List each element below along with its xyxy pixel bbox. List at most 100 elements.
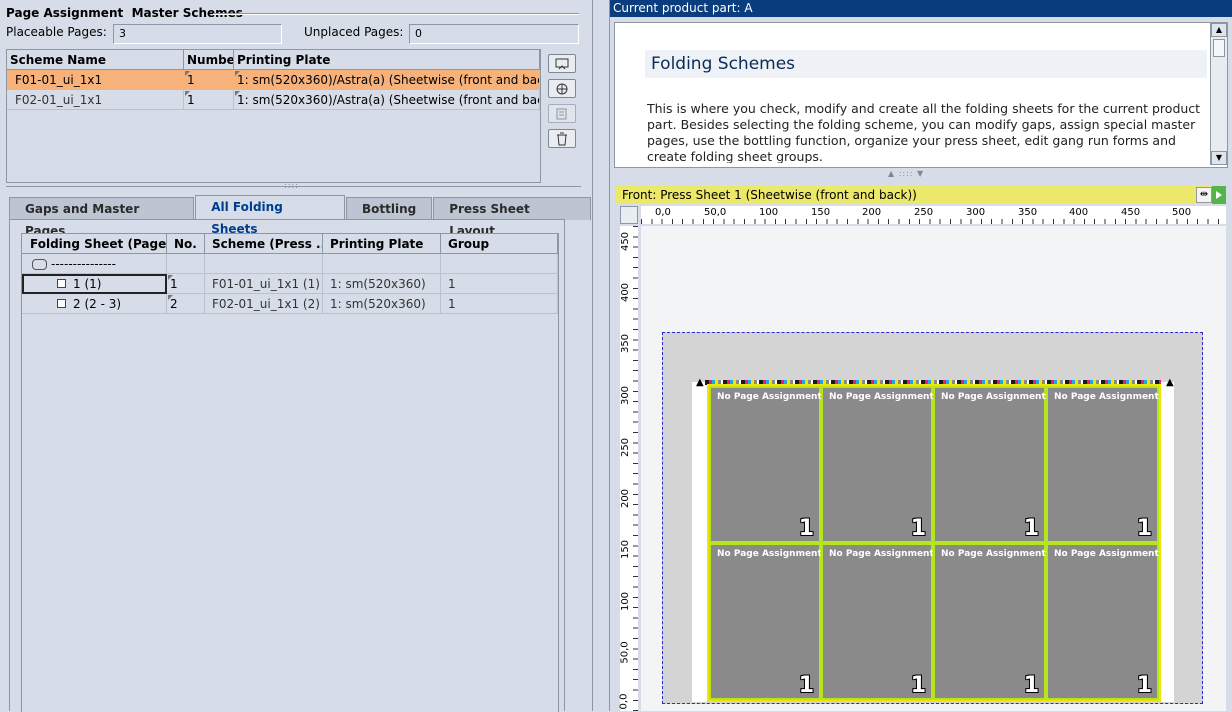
column-header-scheme[interactable]: Scheme (Press ... <box>205 234 323 254</box>
replace-scheme-button[interactable] <box>548 79 576 98</box>
scroll-up-icon[interactable]: ▲ <box>1211 23 1227 37</box>
play-icon <box>1216 191 1222 199</box>
ruler-corner <box>620 206 638 224</box>
horizontal-splitter[interactable]: :::: <box>284 181 299 190</box>
sheet-no-cell[interactable]: 2 <box>167 294 205 314</box>
page-slot[interactable]: No Page Assignment 1 <box>821 543 934 700</box>
page-slot[interactable]: No Page Assignment 1 <box>709 543 822 700</box>
ruler-label: 200 <box>620 488 632 509</box>
column-header-printing-plate[interactable]: Printing Plate <box>323 234 441 254</box>
vertical-splitter[interactable] <box>592 0 610 711</box>
ruler-label: 150 <box>811 207 831 218</box>
layout-canvas[interactable]: No Page Assignment 1 No Page Assignment 1 … <box>641 226 1226 711</box>
empty-cell <box>167 254 205 274</box>
ruler-label: 150 <box>620 539 632 560</box>
folding-sheets-header: Folding Sheet (Pages) No. Scheme (Press … <box>22 234 558 254</box>
folder-icon <box>32 259 47 270</box>
ruler-ticks <box>641 219 1226 224</box>
group-cell[interactable]: --------------- <box>22 254 167 274</box>
column-header-no[interactable]: No. <box>167 234 205 254</box>
scheme-number-cell[interactable]: 1 <box>184 70 234 90</box>
horizontal-ruler: 0,0 50,0 100 150 200 250 300 350 400 450… <box>641 206 1226 224</box>
right-pane: Current product part: A Folding Schemes … <box>610 0 1232 711</box>
sheet-group-cell[interactable]: 1 <box>441 294 558 314</box>
group-title-page-assignment: Page Assignment Master Schemes <box>6 6 243 20</box>
page-slot[interactable]: No Page Assignment 1 <box>933 543 1046 700</box>
sheet-plate-cell[interactable]: 1: sm(520x360) <box>323 274 441 294</box>
refresh-scheme-button[interactable] <box>548 54 576 73</box>
ruler-label: 100 <box>759 207 779 218</box>
page-slot[interactable]: No Page Assignment 1 <box>933 386 1046 543</box>
unplaced-pages-label: Unplaced Pages: <box>304 25 404 39</box>
ruler-label: 50,0 <box>704 207 727 218</box>
schemes-table-header: Scheme Name Number Printing Plate <box>7 50 540 70</box>
column-header-folding-sheet[interactable]: Folding Sheet (Pages) <box>22 234 167 254</box>
ruler-label: 0,0 <box>655 207 671 218</box>
delete-scheme-button[interactable] <box>548 129 576 148</box>
folding-sheet-cell[interactable]: 2 (2 - 3) <box>22 294 167 314</box>
help-title: Folding Schemes <box>645 50 1207 78</box>
help-scrollbar[interactable]: ▲ ▼ <box>1210 23 1227 165</box>
column-header-scheme-name[interactable]: Scheme Name <box>7 50 184 70</box>
table-row[interactable]: 1 (1) 1 F01-01_ui_1x1 (1) 1: sm(520x360)… <box>22 274 558 294</box>
page-slot[interactable]: No Page Assignment 1 <box>1046 543 1159 700</box>
page-slot[interactable]: No Page Assignment 1 <box>1046 386 1159 543</box>
ruler-label: 0,0 <box>618 693 630 710</box>
help-text: This is where you check, modify and crea… <box>647 101 1201 163</box>
table-row[interactable]: 2 (2 - 3) 2 F02-01_ui_1x1 (2) 1: sm(520x… <box>22 294 558 314</box>
scheme-name-cell[interactable]: F02-01_ui_1x1 <box>7 90 184 110</box>
table-row[interactable]: F01-01_ui_1x1 1 1: sm(520x360)/Astra(a) … <box>7 70 540 90</box>
table-row[interactable]: F02-01_ui_1x1 1 1: sm(520x360)/Astra(a) … <box>7 90 540 110</box>
ruler-ticks <box>633 226 638 711</box>
help-splitter[interactable]: ▲ :::: ▼ <box>888 169 924 178</box>
help-panel: Folding Schemes This is where you check,… <box>614 22 1228 168</box>
vertical-ruler: 450 400 350 300 250 200 150 100 50,0 0,0 <box>618 226 638 711</box>
column-header-printing-plate[interactable]: Printing Plate <box>234 50 540 70</box>
schemes-table: Scheme Name Number Printing Plate F01-01… <box>6 49 541 183</box>
column-header-group[interactable]: Group <box>441 234 558 254</box>
tab-press-sheet-layout[interactable]: Press Sheet Layout <box>433 197 591 238</box>
empty-cell <box>205 254 323 274</box>
tab-gaps-and-master-pages[interactable]: Gaps and Master Pages <box>9 197 195 238</box>
scroll-thumb[interactable] <box>1213 39 1225 57</box>
ruler-label: 350 <box>1018 207 1038 218</box>
scheme-name-cell[interactable]: F01-01_ui_1x1 <box>7 70 184 90</box>
folding-sheets-table: Folding Sheet (Pages) No. Scheme (Press … <box>21 233 559 712</box>
split-view-icon[interactable]: ⇹ <box>1196 187 1212 203</box>
empty-cell <box>441 254 558 274</box>
tab-all-folding-sheets[interactable]: All Folding Sheets <box>195 195 345 236</box>
sheet-group-cell[interactable]: 1 <box>441 274 558 294</box>
edit-scheme-button[interactable] <box>548 104 576 123</box>
replace-scheme-icon <box>556 83 568 94</box>
ruler-label: 250 <box>914 207 934 218</box>
folding-sheet-cell[interactable]: 1 (1) <box>22 274 167 294</box>
page-slot[interactable]: No Page Assignment 1 <box>821 386 934 543</box>
sheet-scheme-cell[interactable]: F02-01_ui_1x1 (2) <box>205 294 323 314</box>
product-part-title: Current product part: A <box>610 0 1232 17</box>
unplaced-pages-field[interactable]: 0 <box>409 24 579 44</box>
placeable-pages-field[interactable]: 3 <box>113 24 282 44</box>
scheme-number-cell[interactable]: 1 <box>184 90 234 110</box>
ruler-label: 200 <box>862 207 882 218</box>
column-header-number[interactable]: Number <box>184 50 234 70</box>
tab-bottling[interactable]: Bottling <box>345 197 433 220</box>
scheme-plate-cell[interactable]: 1: sm(520x360)/Astra(a) (Sheetwise (fron… <box>234 90 540 110</box>
ruler-label: 400 <box>1069 207 1089 218</box>
play-button[interactable] <box>1212 186 1226 204</box>
checkbox-icon[interactable] <box>57 299 66 308</box>
page-slot[interactable]: No Page Assignment 1 <box>709 386 822 543</box>
sheet-scheme-cell[interactable]: F01-01_ui_1x1 (1) <box>205 274 323 294</box>
checkbox-icon[interactable] <box>57 279 66 288</box>
placeable-pages-label: Placeable Pages: <box>6 25 107 39</box>
scroll-down-icon[interactable]: ▼ <box>1211 151 1227 165</box>
empty-cell <box>323 254 441 274</box>
edit-scheme-icon <box>556 108 567 119</box>
left-pane: Page Assignment Master Schemes Placeable… <box>0 0 592 712</box>
ruler-label: 450 <box>1121 207 1141 218</box>
sheet-plate-cell[interactable]: 1: sm(520x360) <box>323 294 441 314</box>
sheet-no-cell[interactable]: 1 <box>167 274 205 294</box>
ruler-label: 300 <box>620 385 632 406</box>
scheme-plate-cell[interactable]: 1: sm(520x360)/Astra(a) (Sheetwise (fron… <box>234 70 540 90</box>
ruler-label: 300 <box>966 207 986 218</box>
group-row[interactable]: --------------- <box>22 254 558 274</box>
